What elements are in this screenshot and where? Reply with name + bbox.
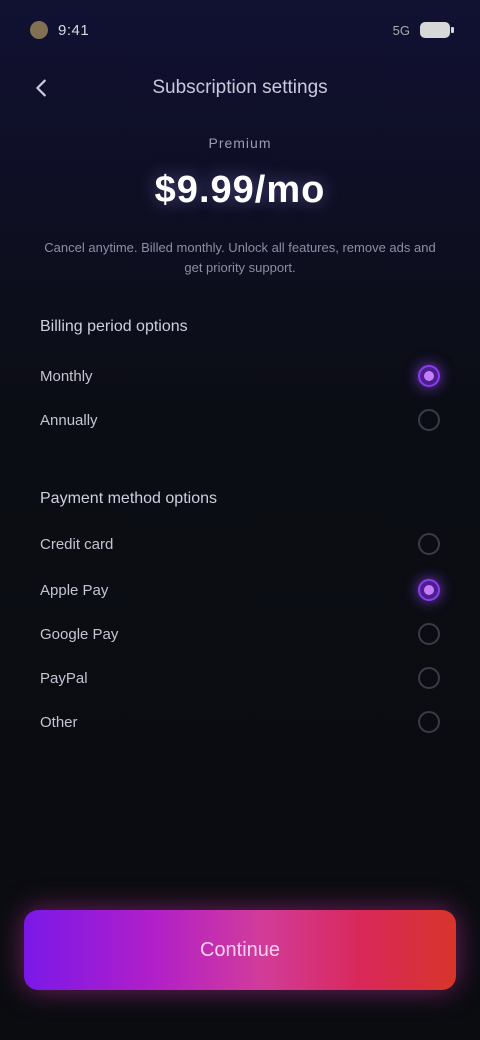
payment-section-title: Payment method options xyxy=(40,490,217,507)
option-label: Monthly xyxy=(40,367,93,385)
plan-description: Cancel anytime. Billed monthly. Unlock a… xyxy=(44,240,436,275)
location-icon xyxy=(30,21,48,39)
plan-name: Premium xyxy=(208,135,272,151)
payment-option-google-pay[interactable]: Google Pay xyxy=(40,616,440,652)
radio-selected[interactable] xyxy=(418,365,440,387)
radio-selected[interactable] xyxy=(418,579,440,601)
radio-unselected[interactable] xyxy=(418,667,440,689)
radio-unselected[interactable] xyxy=(418,409,440,431)
billing-section-title: Billing period options xyxy=(40,318,188,335)
billing-option-annually[interactable]: Annually xyxy=(40,402,440,438)
option-label: PayPal xyxy=(40,669,88,687)
option-label: Annually xyxy=(40,411,98,429)
continue-button[interactable]: Continue xyxy=(24,910,456,990)
plan-price: $9.99/mo xyxy=(154,169,326,211)
payment-option-other[interactable]: Other xyxy=(40,704,440,740)
radio-unselected[interactable] xyxy=(418,711,440,733)
payment-option-paypal[interactable]: PayPal xyxy=(40,660,440,696)
radio-unselected[interactable] xyxy=(418,623,440,645)
option-label: Credit card xyxy=(40,535,114,553)
radio-unselected[interactable] xyxy=(418,533,440,555)
top-nav: Subscription settings xyxy=(0,60,480,116)
status-time: 9:41 xyxy=(58,21,90,39)
payment-option-card[interactable]: Credit card xyxy=(40,526,440,562)
billing-option-monthly[interactable]: Monthly xyxy=(40,358,440,394)
status-bar: 9:41 5G xyxy=(0,0,480,60)
status-left: 9:41 xyxy=(30,21,89,39)
plan-header: Premium $9.99/mo xyxy=(0,135,480,212)
option-label: Apple Pay xyxy=(40,581,109,599)
option-label: Google Pay xyxy=(40,625,119,643)
option-label: Other xyxy=(40,713,78,731)
network-label: 5G xyxy=(392,22,410,38)
payment-option-apple-pay[interactable]: Apple Pay xyxy=(40,572,440,608)
page-title: Subscription settings xyxy=(152,77,328,98)
chevron-left-icon[interactable] xyxy=(30,76,54,100)
battery-icon xyxy=(420,22,454,38)
status-right: 5G xyxy=(392,22,454,38)
